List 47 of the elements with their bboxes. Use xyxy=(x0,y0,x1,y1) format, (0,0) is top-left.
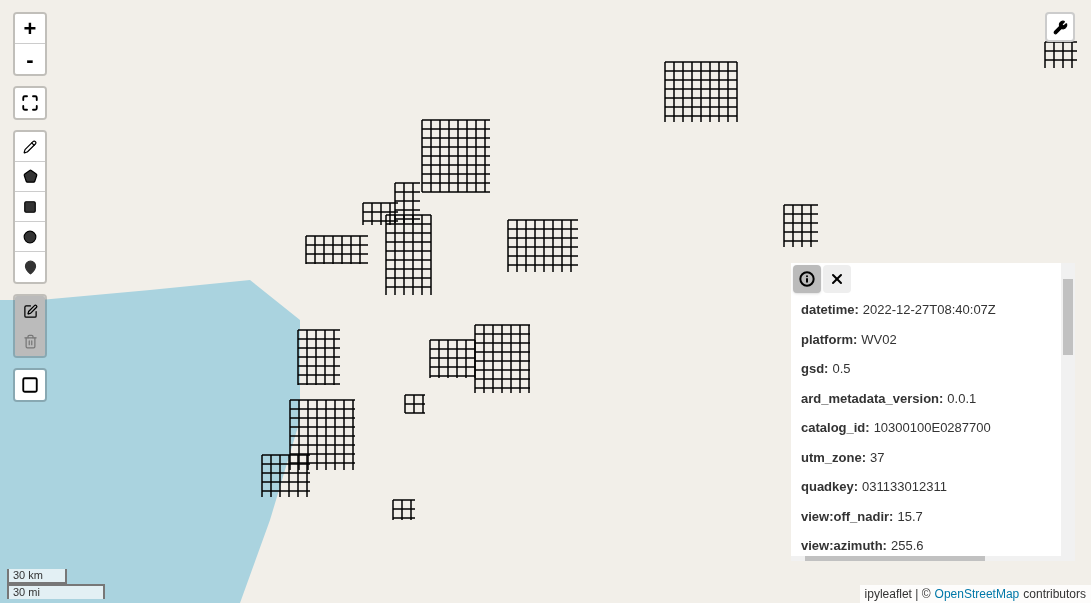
property-value: 15.7 xyxy=(897,507,923,526)
openstreetmap-link[interactable]: OpenStreetMap xyxy=(934,585,1020,603)
zoom-out-button[interactable]: - xyxy=(15,44,45,74)
draw-line-button[interactable] xyxy=(15,132,45,162)
draw-rectangle-button[interactable] xyxy=(15,192,45,222)
fullscreen-button[interactable] xyxy=(15,88,45,118)
fullscreen-icon xyxy=(21,94,39,112)
close-icon xyxy=(829,271,845,287)
pentagon-icon xyxy=(22,169,38,184)
property-key: view:off_nadir: xyxy=(801,506,894,526)
attribution-text: ipyleaflet | © xyxy=(864,586,931,603)
property-value: 10300100E0287700 xyxy=(873,419,991,437)
edit-icon xyxy=(22,303,38,319)
draw-marker-button[interactable] xyxy=(15,252,45,282)
property-value: 255.6 xyxy=(890,537,924,555)
property-key: datetime: xyxy=(801,300,859,320)
vertical-scrollbar[interactable] xyxy=(1061,263,1075,561)
scale-label: 30 km xyxy=(7,569,67,584)
settings-button[interactable] xyxy=(1045,12,1075,42)
property-value: 2022-12-27T08:40:07Z xyxy=(862,301,996,319)
property-key: ard_metadata_version: xyxy=(801,388,944,408)
property-key: catalog_id: xyxy=(801,418,870,438)
draw-circle-button[interactable] xyxy=(15,222,45,252)
info-icon xyxy=(799,271,815,287)
square-icon xyxy=(23,199,37,214)
property-value: 0.5 xyxy=(832,360,851,378)
scale-label: 30 mi xyxy=(7,584,105,599)
property-value: 031133012311 xyxy=(862,478,947,496)
property-key: view:azimuth: xyxy=(801,536,887,556)
property-key: gsd: xyxy=(801,359,829,379)
property-value: 37 xyxy=(870,448,885,467)
draw-polygon-button[interactable] xyxy=(15,162,45,192)
measure-button[interactable] xyxy=(15,370,45,400)
property-value: WV02 xyxy=(861,330,897,349)
attribution-text: contributors xyxy=(1023,586,1086,603)
property-key: quadkey: xyxy=(801,477,859,497)
edit-button[interactable] xyxy=(15,296,45,326)
property-key: utm_zone: xyxy=(801,447,866,467)
property-value: 0.0.1 xyxy=(947,389,977,408)
trash-icon xyxy=(22,333,38,349)
map-pin-icon xyxy=(22,259,38,275)
wrench-icon xyxy=(1052,19,1068,35)
property-key: platform: xyxy=(801,329,858,349)
close-button[interactable] xyxy=(823,265,851,293)
info-tab[interactable] xyxy=(793,265,821,293)
circle-icon xyxy=(23,229,37,244)
zoom-in-button[interactable]: + xyxy=(15,14,45,44)
